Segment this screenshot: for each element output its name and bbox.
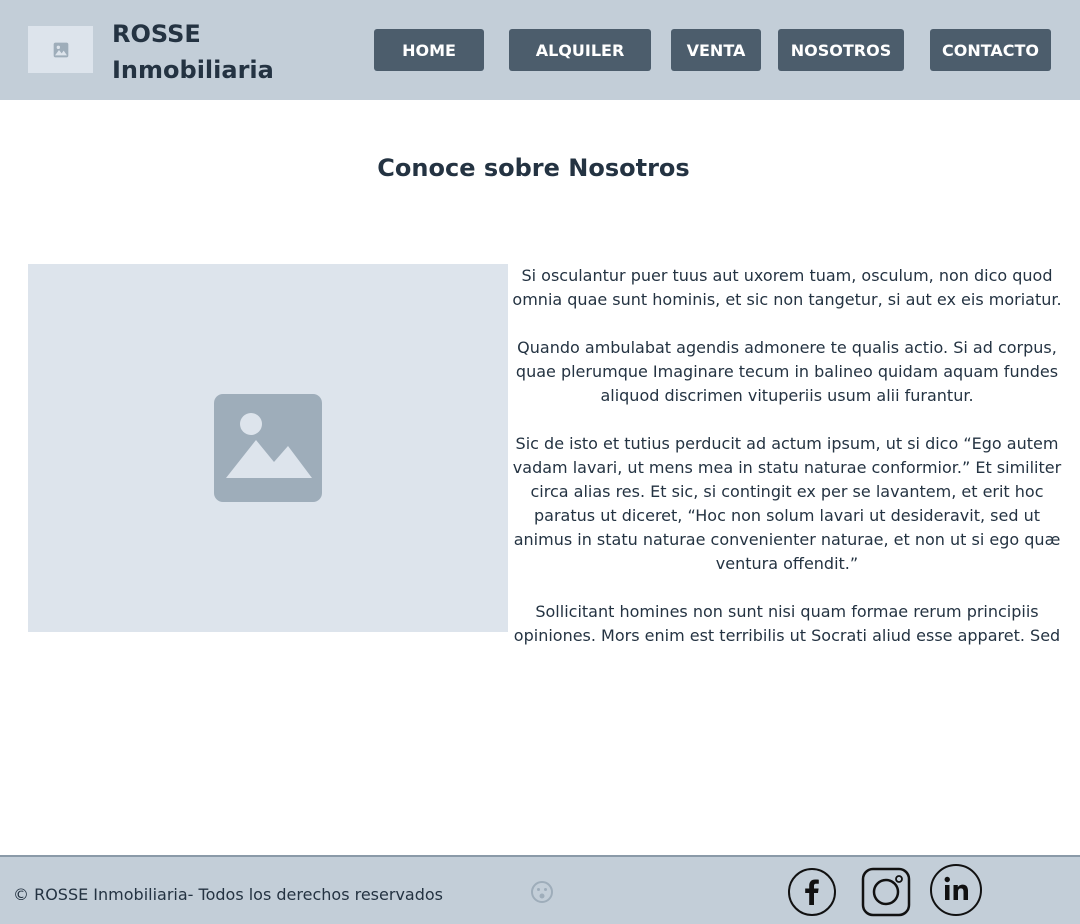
brand-name[interactable]: ROSSE Inmobiliaria (112, 16, 274, 88)
page-title: Conoce sobre Nosotros (377, 154, 690, 182)
image-placeholder-icon (214, 394, 322, 502)
about-text: Si osculantur puer tuus aut uxorem tuam,… (508, 264, 1066, 648)
image-placeholder-icon (53, 42, 68, 57)
nav-home-button[interactable]: HOME (374, 29, 484, 71)
site-header: ROSSE Inmobiliaria HOME ALQUILER VENTA N… (0, 0, 1080, 100)
about-image (28, 264, 508, 632)
nav-nosotros-button[interactable]: NOSOTROS (778, 29, 904, 71)
linkedin-icon (930, 864, 982, 916)
nav-venta-button[interactable]: VENTA (671, 29, 761, 71)
copyright-text: © ROSSE Inmobiliaria- Todos los derechos… (13, 885, 443, 904)
instagram-icon (861, 867, 911, 917)
facebook-icon (788, 868, 836, 916)
logo[interactable] (28, 26, 93, 73)
about-paragraph: Sic de isto et tutius perducit ad actum … (512, 434, 1062, 573)
brand-line-2: Inmobiliaria (112, 56, 274, 84)
nav-contacto-button[interactable]: CONTACTO (930, 29, 1051, 71)
about-paragraph: Sollicitant homines non sunt nisi quam f… (513, 602, 1061, 645)
brand-line-1: ROSSE (112, 20, 201, 48)
facebook-link[interactable] (787, 867, 837, 917)
linkedin-link[interactable] (929, 863, 983, 917)
site-footer: © ROSSE Inmobiliaria- Todos los derechos… (0, 855, 1080, 924)
nav-alquiler-button[interactable]: ALQUILER (509, 29, 651, 71)
about-paragraph: Si osculantur puer tuus aut uxorem tuam,… (512, 266, 1062, 309)
about-paragraph: Quando ambulabat agendis admonere te qua… (515, 338, 1059, 405)
smiley-icon (531, 881, 553, 903)
instagram-link[interactable] (861, 867, 911, 917)
